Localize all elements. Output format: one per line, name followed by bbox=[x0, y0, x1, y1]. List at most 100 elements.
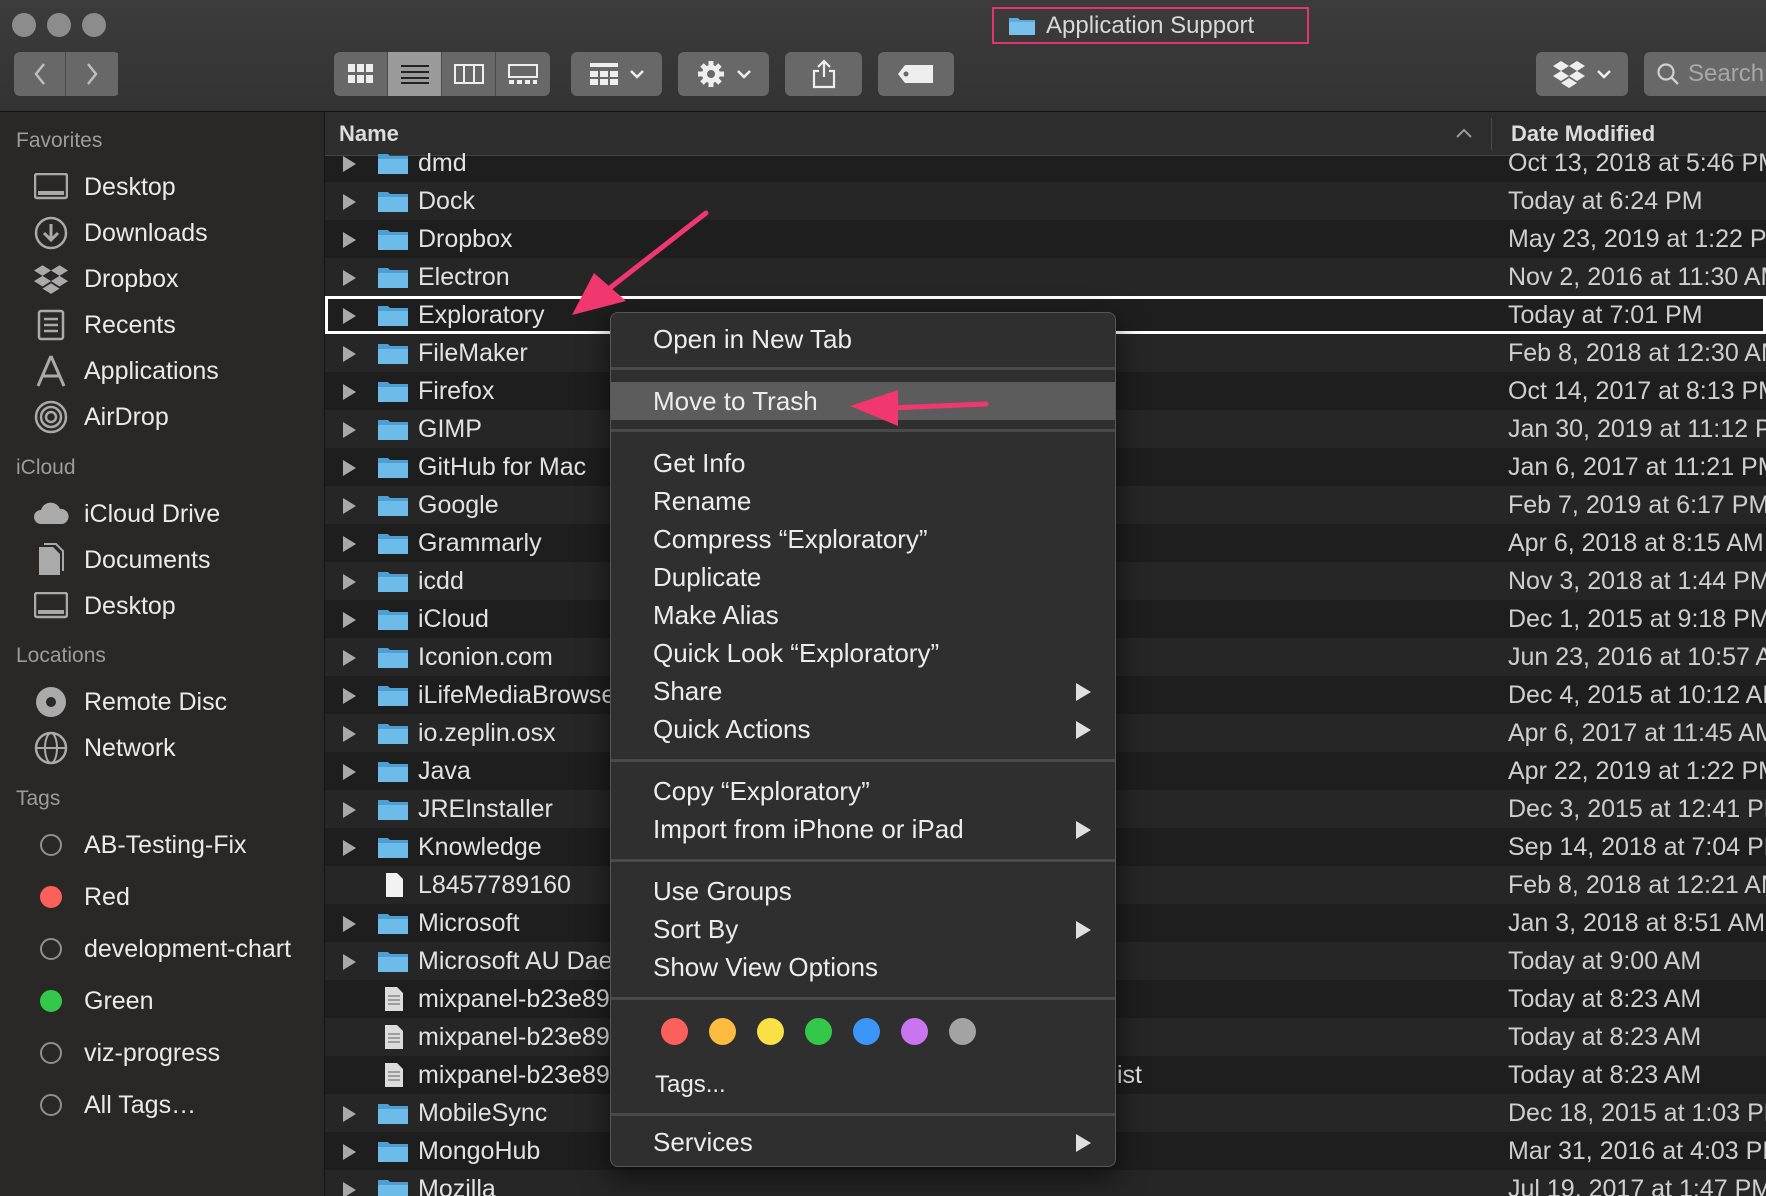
share-button[interactable] bbox=[785, 52, 862, 96]
column-view-button[interactable] bbox=[442, 52, 496, 96]
disclosure-triangle-icon[interactable] bbox=[343, 498, 356, 514]
disclosure-triangle-icon[interactable] bbox=[343, 650, 356, 666]
sidebar-item-remote-disc[interactable]: Remote Disc bbox=[32, 680, 227, 724]
disclosure-triangle-icon[interactable] bbox=[343, 156, 356, 172]
disclosure-triangle-icon[interactable] bbox=[343, 764, 356, 780]
folder-icon bbox=[378, 268, 408, 288]
disclosure-triangle-icon[interactable] bbox=[343, 308, 356, 324]
sidebar-item-documents[interactable]: Documents bbox=[32, 538, 210, 582]
menu-use-groups[interactable]: Use Groups bbox=[611, 872, 1115, 910]
folder-icon bbox=[378, 344, 408, 364]
file-row[interactable]: Electron Nov 2, 2016 at 11:30 AM bbox=[325, 258, 1766, 296]
menu-quick-look[interactable]: Quick Look “Exploratory” bbox=[611, 634, 1115, 672]
list-view-button[interactable] bbox=[388, 52, 442, 96]
menu-tags[interactable]: Tags... bbox=[611, 1066, 1115, 1104]
menu-open-in-new-tab[interactable]: Open in New Tab bbox=[611, 320, 1115, 358]
disclosure-triangle-icon[interactable] bbox=[343, 802, 356, 818]
disclosure-triangle-icon[interactable] bbox=[343, 840, 356, 856]
file-name: L8457789160 bbox=[418, 871, 571, 899]
tag-color-dot[interactable] bbox=[757, 1018, 784, 1045]
menu-rename[interactable]: Rename bbox=[611, 482, 1115, 520]
minimize-window-button[interactable] bbox=[47, 13, 71, 37]
sidebar-tag-ab-testing-fix[interactable]: AB-Testing-Fix bbox=[32, 823, 247, 867]
sidebar-tag-green[interactable]: Green bbox=[32, 979, 153, 1023]
action-button[interactable] bbox=[678, 52, 769, 96]
group-by-button[interactable] bbox=[571, 52, 662, 96]
menu-duplicate[interactable]: Duplicate bbox=[611, 558, 1115, 596]
sidebar-item-applications[interactable]: Applications bbox=[32, 349, 219, 393]
menu-move-to-trash[interactable]: Move to Trash bbox=[611, 382, 1115, 420]
back-button[interactable] bbox=[14, 52, 66, 96]
disclosure-triangle-icon[interactable] bbox=[343, 1106, 356, 1122]
menu-share-label: Share bbox=[653, 675, 723, 706]
file-name: io.zeplin.osx bbox=[418, 719, 556, 747]
tag-dot bbox=[40, 886, 62, 908]
disclosure-triangle-icon[interactable] bbox=[343, 460, 356, 476]
tag-color-dot[interactable] bbox=[805, 1018, 832, 1045]
menu-show-view-options[interactable]: Show View Options bbox=[611, 948, 1115, 986]
zoom-window-button[interactable] bbox=[82, 13, 106, 37]
disclosure-triangle-icon[interactable] bbox=[343, 1144, 356, 1160]
sidebar-item-icloud-desktop[interactable]: Desktop bbox=[32, 584, 176, 628]
disclosure-triangle-icon[interactable] bbox=[343, 346, 356, 362]
sidebar-all-tags[interactable]: All Tags… bbox=[32, 1083, 196, 1127]
menu-services[interactable]: Services bbox=[611, 1123, 1115, 1161]
sidebar-item-desktop[interactable]: Desktop bbox=[32, 165, 176, 209]
menu-separator bbox=[611, 367, 1115, 370]
disclosure-triangle-icon[interactable] bbox=[343, 232, 356, 248]
disclosure-triangle-icon[interactable] bbox=[343, 916, 356, 932]
folder-icon bbox=[378, 610, 408, 630]
disclosure-triangle-icon[interactable] bbox=[343, 688, 356, 704]
file-row[interactable]: Mozilla Jul 19, 2017 at 1:47 PM bbox=[325, 1170, 1766, 1196]
sidebar-tag-viz-progress[interactable]: viz-progress bbox=[32, 1031, 220, 1075]
search-field[interactable]: Search bbox=[1644, 52, 1766, 96]
sidebar-item-label: Desktop bbox=[84, 172, 176, 201]
disclosure-triangle-icon[interactable] bbox=[343, 384, 356, 400]
sidebar-item-airdrop[interactable]: AirDrop bbox=[32, 395, 169, 439]
tag-color-dot[interactable] bbox=[853, 1018, 880, 1045]
sidebar-tag-red[interactable]: Red bbox=[32, 875, 130, 919]
sidebar-tag-development-chart[interactable]: development-chart bbox=[32, 927, 291, 971]
menu-make-alias[interactable]: Make Alias bbox=[611, 596, 1115, 634]
sidebar-item-dropbox[interactable]: Dropbox bbox=[32, 257, 179, 301]
sidebar-item-icloud-drive[interactable]: iCloud Drive bbox=[32, 492, 220, 536]
file-row[interactable]: Dropbox May 23, 2019 at 1:22 PM bbox=[325, 220, 1766, 258]
forward-button[interactable] bbox=[66, 52, 118, 96]
tag-color-dot[interactable] bbox=[949, 1018, 976, 1045]
icon-view-button[interactable] bbox=[334, 52, 388, 96]
sort-ascending-icon[interactable] bbox=[1453, 122, 1475, 144]
date-modified: Jan 3, 2018 at 8:51 AM bbox=[1508, 909, 1766, 937]
menu-quick-actions[interactable]: Quick Actions bbox=[611, 710, 1115, 748]
file-name: mixpanel-b23e89 bbox=[418, 985, 610, 1013]
sidebar-item-network[interactable]: Network bbox=[32, 726, 176, 770]
tag-color-dot[interactable] bbox=[709, 1018, 736, 1045]
tag-color-dot[interactable] bbox=[901, 1018, 928, 1045]
menu-compress[interactable]: Compress “Exploratory” bbox=[611, 520, 1115, 558]
disclosure-triangle-icon[interactable] bbox=[343, 1182, 356, 1196]
disclosure-triangle-icon[interactable] bbox=[343, 574, 356, 590]
disclosure-triangle-icon[interactable] bbox=[343, 612, 356, 628]
chevron-down-icon bbox=[629, 70, 644, 79]
tag-color-dot[interactable] bbox=[661, 1018, 688, 1045]
disclosure-triangle-icon[interactable] bbox=[343, 954, 356, 970]
menu-copy[interactable]: Copy “Exploratory” bbox=[611, 772, 1115, 810]
menu-import-from-iphone[interactable]: Import from iPhone or iPad bbox=[611, 810, 1115, 848]
close-window-button[interactable] bbox=[12, 13, 36, 37]
tag-icon bbox=[898, 65, 933, 83]
disclosure-triangle-icon[interactable] bbox=[343, 194, 356, 210]
edit-tags-button[interactable] bbox=[878, 52, 954, 96]
date-modified: Today at 8:23 AM bbox=[1508, 1023, 1702, 1051]
file-row[interactable]: Dock Today at 6:24 PM bbox=[325, 182, 1766, 220]
menu-get-info[interactable]: Get Info bbox=[611, 444, 1115, 482]
disclosure-triangle-icon[interactable] bbox=[343, 536, 356, 552]
dropbox-button[interactable] bbox=[1536, 52, 1628, 96]
file-row[interactable]: dmd Oct 13, 2018 at 5:46 PM bbox=[325, 144, 1766, 182]
disclosure-triangle-icon[interactable] bbox=[343, 270, 356, 286]
disclosure-triangle-icon[interactable] bbox=[343, 726, 356, 742]
menu-sort-by[interactable]: Sort By bbox=[611, 910, 1115, 948]
gallery-view-button[interactable] bbox=[496, 52, 550, 96]
sidebar-item-recents[interactable]: Recents bbox=[32, 303, 176, 347]
disclosure-triangle-icon[interactable] bbox=[343, 422, 356, 438]
menu-share[interactable]: Share bbox=[611, 672, 1115, 710]
sidebar-item-downloads[interactable]: Downloads bbox=[32, 211, 208, 255]
